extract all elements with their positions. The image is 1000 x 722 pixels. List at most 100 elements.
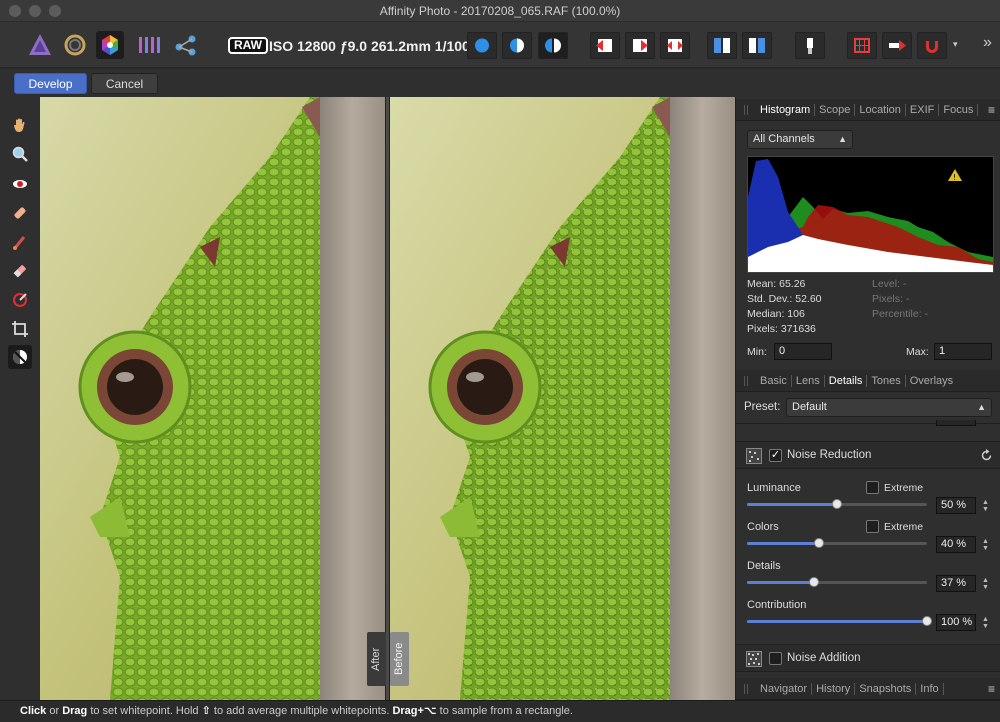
brush-tool-icon[interactable] xyxy=(795,32,825,59)
tab-focus[interactable]: Focus xyxy=(939,103,979,116)
chevron-down-icon[interactable]: ▾ xyxy=(953,39,958,50)
details-slider-thumb[interactable] xyxy=(808,577,819,587)
luminance-slider-thumb[interactable] xyxy=(832,499,842,509)
photo-persona-icon[interactable] xyxy=(26,31,54,59)
contribution-value[interactable]: 100 % xyxy=(936,614,976,631)
overlay-gradient-icon[interactable] xyxy=(8,288,32,312)
assistant-right-icon[interactable] xyxy=(742,32,772,59)
luminance-stepper[interactable]: ▲ ▼ xyxy=(982,499,990,513)
max-label: Max: xyxy=(906,346,929,358)
panel-grip[interactable] xyxy=(744,684,748,694)
liquify-persona-icon[interactable] xyxy=(61,31,89,59)
histogram-graph: ! xyxy=(747,156,994,273)
colors-extreme-checkbox[interactable] xyxy=(866,520,879,533)
magnet-icon[interactable] xyxy=(917,32,947,59)
tab-lens[interactable]: Lens xyxy=(792,374,825,387)
overflow-chevron-icon[interactable]: » xyxy=(983,34,992,52)
develop-persona-icon[interactable] xyxy=(96,31,124,59)
contribution-label: Contribution xyxy=(747,599,807,611)
luminance-slider-fill xyxy=(747,503,837,506)
toolbar: RAW ISO 12800 ƒ9.0 261.2mm 1/100s ▾ » xyxy=(0,22,1000,68)
stat-mean: Mean: 65.26 xyxy=(747,278,806,290)
histogram-tab-bar: Histogram Scope Location EXIF Focus ≡ xyxy=(736,99,1000,121)
select-arrows-icon: ▲ xyxy=(838,134,847,144)
tab-history[interactable]: History xyxy=(812,682,856,695)
develop-button[interactable]: Develop xyxy=(14,73,87,94)
max-field[interactable]: 1 xyxy=(934,343,992,360)
tab-location[interactable]: Location xyxy=(855,103,906,116)
title-bar: Affinity Photo - 20170208_065.RAF (100.0… xyxy=(0,0,1000,22)
arrow-transfer-icon[interactable] xyxy=(882,32,912,59)
tab-navigator[interactable]: Navigator xyxy=(756,682,813,695)
luminance-extreme-checkbox[interactable] xyxy=(866,481,879,494)
red-eye-tool-icon[interactable] xyxy=(8,172,32,196)
colors-slider[interactable] xyxy=(747,538,927,548)
overlay-eraser-icon[interactable] xyxy=(8,259,32,283)
export-persona-icon[interactable] xyxy=(172,31,200,59)
details-stepper[interactable]: ▲ ▼ xyxy=(982,577,990,591)
colors-extreme-label: Extreme xyxy=(884,521,924,533)
details-slider[interactable] xyxy=(747,577,927,587)
grid-icon[interactable] xyxy=(847,32,877,59)
tab-histogram[interactable]: Histogram xyxy=(756,103,816,116)
details-label: Details xyxy=(747,560,781,572)
tab-exif[interactable]: EXIF xyxy=(906,103,940,116)
colors-value[interactable]: 40 % xyxy=(936,536,976,553)
zoom-tool-icon[interactable] xyxy=(8,142,32,166)
tones-clip-icon[interactable] xyxy=(660,32,690,59)
shadow-clip-icon[interactable] xyxy=(625,32,655,59)
panel-menu-icon[interactable]: ≡ xyxy=(988,682,995,696)
canvas[interactable]: After Before xyxy=(40,97,735,700)
luminance-value[interactable]: 50 % xyxy=(936,497,976,514)
mirror-view-icon[interactable] xyxy=(538,32,568,59)
split-view-icon[interactable] xyxy=(502,32,532,59)
channel-select-value: All Channels xyxy=(753,133,815,145)
crop-tool-icon[interactable] xyxy=(8,317,32,341)
assistant-left-icon[interactable] xyxy=(707,32,737,59)
panel-grip[interactable] xyxy=(744,105,748,115)
show-clipped-icon[interactable] xyxy=(467,32,497,59)
contribution-slider[interactable] xyxy=(747,616,932,626)
stat-level: Level: - xyxy=(872,278,907,290)
colors-stepper[interactable]: ▲ ▼ xyxy=(982,538,990,552)
noise-addition-checkbox[interactable] xyxy=(769,652,782,665)
split-divider[interactable] xyxy=(385,97,390,700)
contribution-slider-thumb[interactable] xyxy=(922,616,932,626)
status-drag: Drag xyxy=(62,705,88,717)
after-label: After xyxy=(367,632,386,686)
colors-slider-thumb[interactable] xyxy=(814,538,824,548)
tab-scope[interactable]: Scope xyxy=(815,103,856,116)
noise-reduction-checkbox[interactable]: ✓ xyxy=(769,449,782,462)
channel-select[interactable]: All Channels ▲ xyxy=(747,130,853,149)
panel-grip[interactable] xyxy=(744,376,748,386)
exif-summary: ISO 12800 ƒ9.0 261.2mm 1/100s xyxy=(269,38,478,54)
cancel-button[interactable]: Cancel xyxy=(91,73,158,94)
blemish-tool-icon[interactable] xyxy=(8,201,32,225)
white-balance-tool-icon[interactable] xyxy=(8,345,32,369)
highlight-clip-icon[interactable] xyxy=(590,32,620,59)
panel-menu-icon[interactable]: ≡ xyxy=(988,103,995,117)
noise-addition-title: Noise Addition xyxy=(787,652,861,664)
min-field[interactable]: 0 xyxy=(774,343,832,360)
before-label: Before xyxy=(390,632,409,686)
tab-snapshots[interactable]: Snapshots xyxy=(855,682,917,695)
preset-select[interactable]: Default ▲ xyxy=(786,398,992,417)
details-value[interactable]: 37 % xyxy=(936,575,976,592)
tab-details[interactable]: Details xyxy=(825,374,868,387)
tone-mapping-persona-icon[interactable] xyxy=(135,31,163,59)
reset-icon[interactable] xyxy=(980,449,993,462)
contribution-stepper[interactable]: ▲ ▼ xyxy=(982,616,990,630)
tab-tones[interactable]: Tones xyxy=(867,374,906,387)
scrolled-field-edge xyxy=(936,420,976,426)
tab-basic[interactable]: Basic xyxy=(756,374,792,387)
before-image[interactable] xyxy=(390,97,735,700)
after-image[interactable] xyxy=(40,97,385,700)
hand-tool-icon[interactable] xyxy=(8,113,32,137)
status-drag-option: Drag+⌥ xyxy=(392,705,437,717)
tab-overlays[interactable]: Overlays xyxy=(906,375,957,387)
noise-reduction-icon xyxy=(746,448,762,464)
overlay-brush-icon[interactable] xyxy=(8,230,32,254)
luminance-slider[interactable] xyxy=(747,499,927,509)
luminance-label: Luminance xyxy=(747,482,801,494)
tab-info[interactable]: Info xyxy=(916,682,944,695)
